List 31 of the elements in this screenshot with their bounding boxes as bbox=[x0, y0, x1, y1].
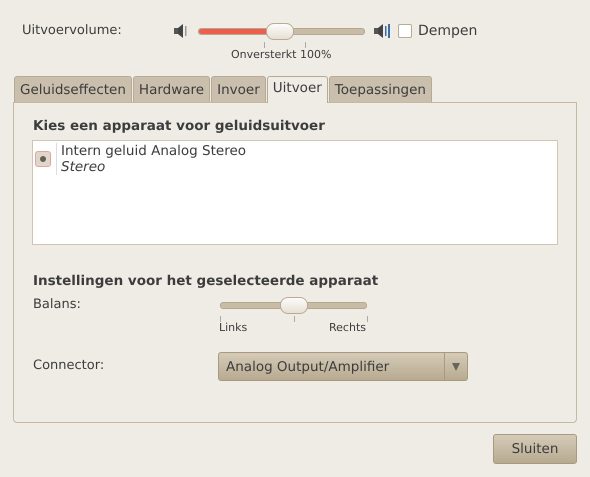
scale-label: Onversterkt 100% bbox=[231, 48, 332, 61]
volume-label: Uitvoervolume: bbox=[21, 23, 123, 40]
tab[interactable]: Invoer bbox=[211, 76, 266, 102]
mute-label: Dempen bbox=[418, 23, 478, 39]
tab[interactable]: Hardware bbox=[132, 76, 210, 102]
device-name: Intern geluid Analog Stereo bbox=[61, 143, 246, 159]
connector-label: Connector: bbox=[32, 358, 106, 375]
slider[interactable] bbox=[220, 297, 367, 314]
radio-icon bbox=[35, 151, 51, 167]
connector-dropdown[interactable]: Analog Output/Amplifier bbox=[218, 352, 468, 381]
tick-mark bbox=[305, 42, 306, 48]
section-heading: Instellingen voor het geselecteerde apparaat bbox=[33, 273, 380, 289]
speaker-loud-icon bbox=[373, 23, 391, 39]
slider[interactable] bbox=[198, 22, 365, 40]
section-heading: Kies een apparaat voor geluidsuitvoer bbox=[33, 118, 326, 134]
mute-checkbox[interactable] bbox=[398, 24, 412, 38]
slider-thumb[interactable] bbox=[266, 22, 294, 40]
slider-thumb[interactable] bbox=[280, 297, 308, 314]
tab[interactable]: Uitvoer bbox=[266, 76, 328, 103]
tab[interactable]: Geluidseffecten bbox=[14, 76, 132, 102]
device-item[interactable]: Intern geluid Analog Stereo Stereo bbox=[33, 141, 557, 175]
scale-label: Rechts bbox=[329, 321, 366, 334]
tab[interactable]: Toepassingen bbox=[328, 76, 432, 102]
tick-mark bbox=[367, 316, 368, 322]
balance-label: Balans: bbox=[32, 297, 82, 314]
close-button[interactable]: Sluiten bbox=[493, 434, 577, 464]
tick-mark bbox=[264, 42, 265, 48]
tick-mark bbox=[220, 316, 221, 322]
tick-mark bbox=[294, 316, 295, 322]
device-profile: Stereo bbox=[61, 159, 106, 175]
scale-label: Links bbox=[219, 321, 248, 334]
